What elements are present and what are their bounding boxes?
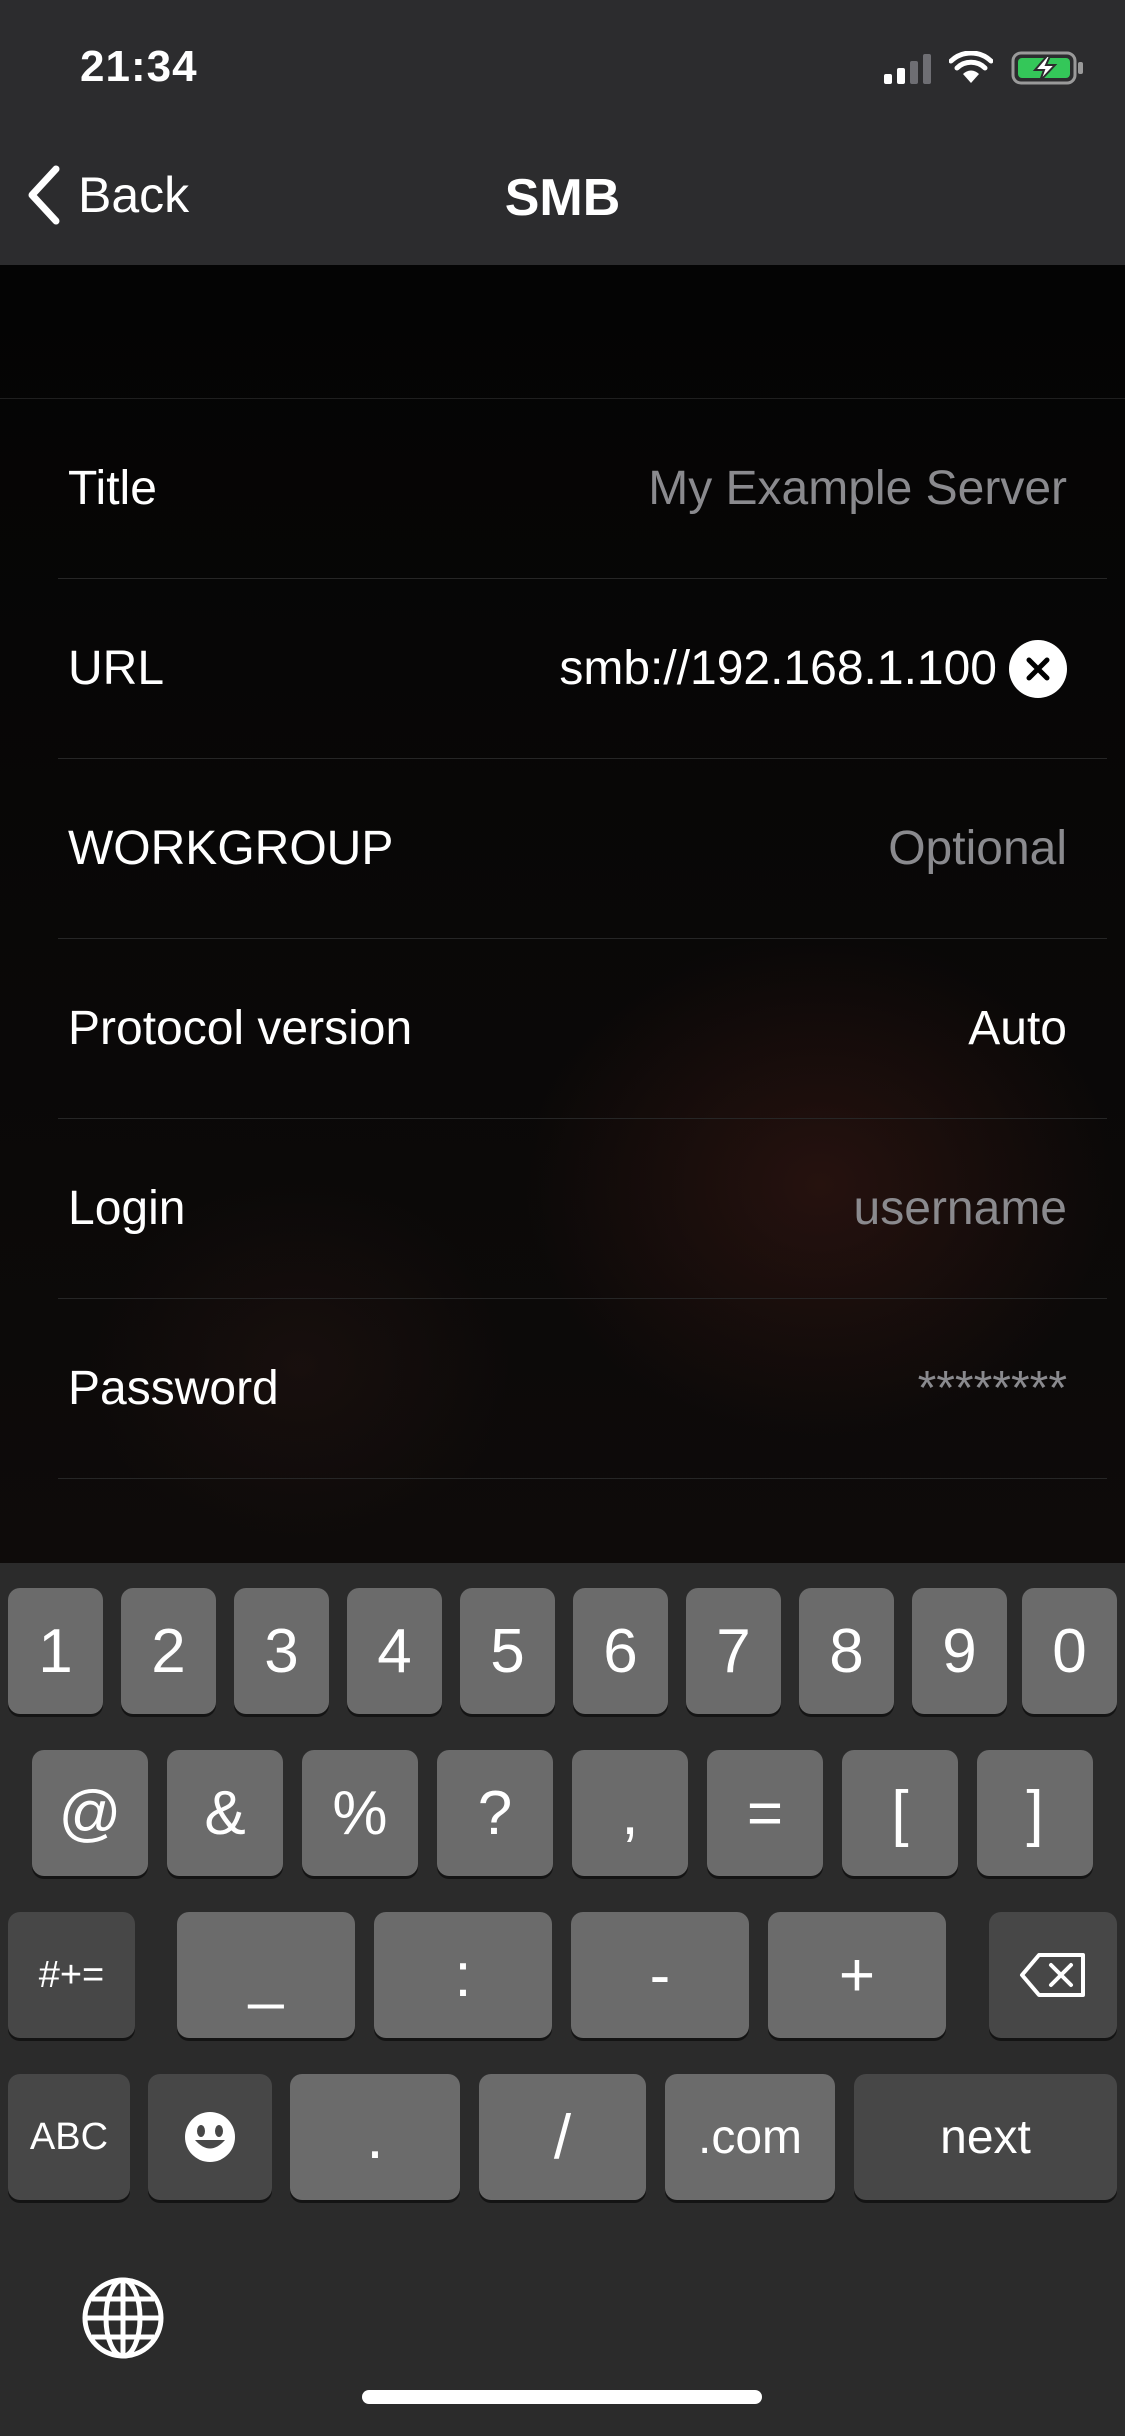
- status-icons: [884, 48, 1085, 88]
- key-slash[interactable]: /: [479, 2074, 646, 2200]
- url-field[interactable]: smb://192.168.1.100: [559, 641, 997, 696]
- key-percent[interactable]: %: [302, 1750, 418, 1876]
- key-underscore[interactable]: _: [177, 1912, 355, 2038]
- login-field[interactable]: username: [854, 1181, 1067, 1236]
- password-row[interactable]: Password ********: [58, 1299, 1107, 1479]
- key-5[interactable]: 5: [460, 1588, 555, 1714]
- key-4[interactable]: 4: [347, 1588, 442, 1714]
- workgroup-field[interactable]: Optional: [888, 821, 1067, 876]
- key-plus[interactable]: +: [768, 1912, 946, 2038]
- key-3[interactable]: 3: [234, 1588, 329, 1714]
- login-label: Login: [68, 1182, 186, 1235]
- key-6[interactable]: 6: [573, 1588, 668, 1714]
- keyboard: 1 2 3 4 5 6 7 8 9 0 @ & % ? , = [ ] #+= …: [0, 1563, 1125, 2436]
- password-field[interactable]: ********: [918, 1361, 1067, 1416]
- cellular-signal-icon: [884, 52, 931, 84]
- header: 21:34 Back SMB: [0, 0, 1125, 265]
- protocol-row[interactable]: Protocol version Auto: [58, 939, 1107, 1119]
- protocol-label: Protocol version: [68, 1002, 413, 1055]
- screen: 21:34 Back SMB Title My Example Server U…: [0, 0, 1125, 2436]
- key-0[interactable]: 0: [1022, 1588, 1117, 1714]
- key-bracket-left[interactable]: [: [842, 1750, 958, 1876]
- globe-icon: [82, 2277, 164, 2359]
- next-button[interactable]: next: [854, 2074, 1117, 2200]
- wifi-icon: [949, 51, 993, 83]
- emoji-icon: [185, 2112, 235, 2162]
- password-label: Password: [68, 1362, 279, 1415]
- key-9[interactable]: 9: [912, 1588, 1007, 1714]
- key-period[interactable]: .: [290, 2074, 460, 2200]
- key-1[interactable]: 1: [8, 1588, 103, 1714]
- title-field[interactable]: My Example Server: [648, 461, 1067, 516]
- delete-button[interactable]: [989, 1912, 1117, 2038]
- close-icon: [1026, 657, 1050, 680]
- server-form: Title My Example Server URL smb://192.16…: [0, 398, 1125, 1479]
- title-row[interactable]: Title My Example Server: [58, 399, 1107, 579]
- status-time: 21:34: [80, 42, 198, 91]
- key-question[interactable]: ?: [437, 1750, 553, 1876]
- workgroup-row[interactable]: WORKGROUP Optional: [58, 759, 1107, 939]
- protocol-value[interactable]: Auto: [968, 1001, 1067, 1056]
- url-row[interactable]: URL smb://192.168.1.100: [58, 579, 1107, 759]
- key-ampersand[interactable]: &: [167, 1750, 283, 1876]
- key-equals[interactable]: =: [707, 1750, 823, 1876]
- key-dotcom[interactable]: .com: [665, 2074, 835, 2200]
- key-hyphen[interactable]: -: [571, 1912, 749, 2038]
- workgroup-label: WORKGROUP: [68, 822, 394, 875]
- page-title: SMB: [504, 169, 621, 227]
- home-indicator[interactable]: [362, 2390, 762, 2404]
- key-at[interactable]: @: [32, 1750, 148, 1876]
- key-7[interactable]: 7: [686, 1588, 781, 1714]
- backspace-icon: [1020, 1953, 1085, 1997]
- key-abc[interactable]: ABC: [8, 2074, 130, 2200]
- battery-charging-icon: [1011, 51, 1083, 85]
- url-label: URL: [68, 642, 165, 695]
- title-label: Title: [68, 462, 157, 515]
- key-comma[interactable]: ,: [572, 1750, 688, 1876]
- key-8[interactable]: 8: [799, 1588, 894, 1714]
- globe-button[interactable]: [80, 2275, 166, 2361]
- clear-url-button[interactable]: [1009, 639, 1067, 698]
- key-bracket-right[interactable]: ]: [977, 1750, 1093, 1876]
- key-symbols-shift[interactable]: #+=: [8, 1912, 135, 2038]
- key-colon[interactable]: :: [374, 1912, 552, 2038]
- url-field-wrap: smb://192.168.1.100: [559, 639, 1067, 698]
- emoji-button[interactable]: [148, 2074, 272, 2200]
- login-row[interactable]: Login username: [58, 1119, 1107, 1299]
- key-2[interactable]: 2: [121, 1588, 216, 1714]
